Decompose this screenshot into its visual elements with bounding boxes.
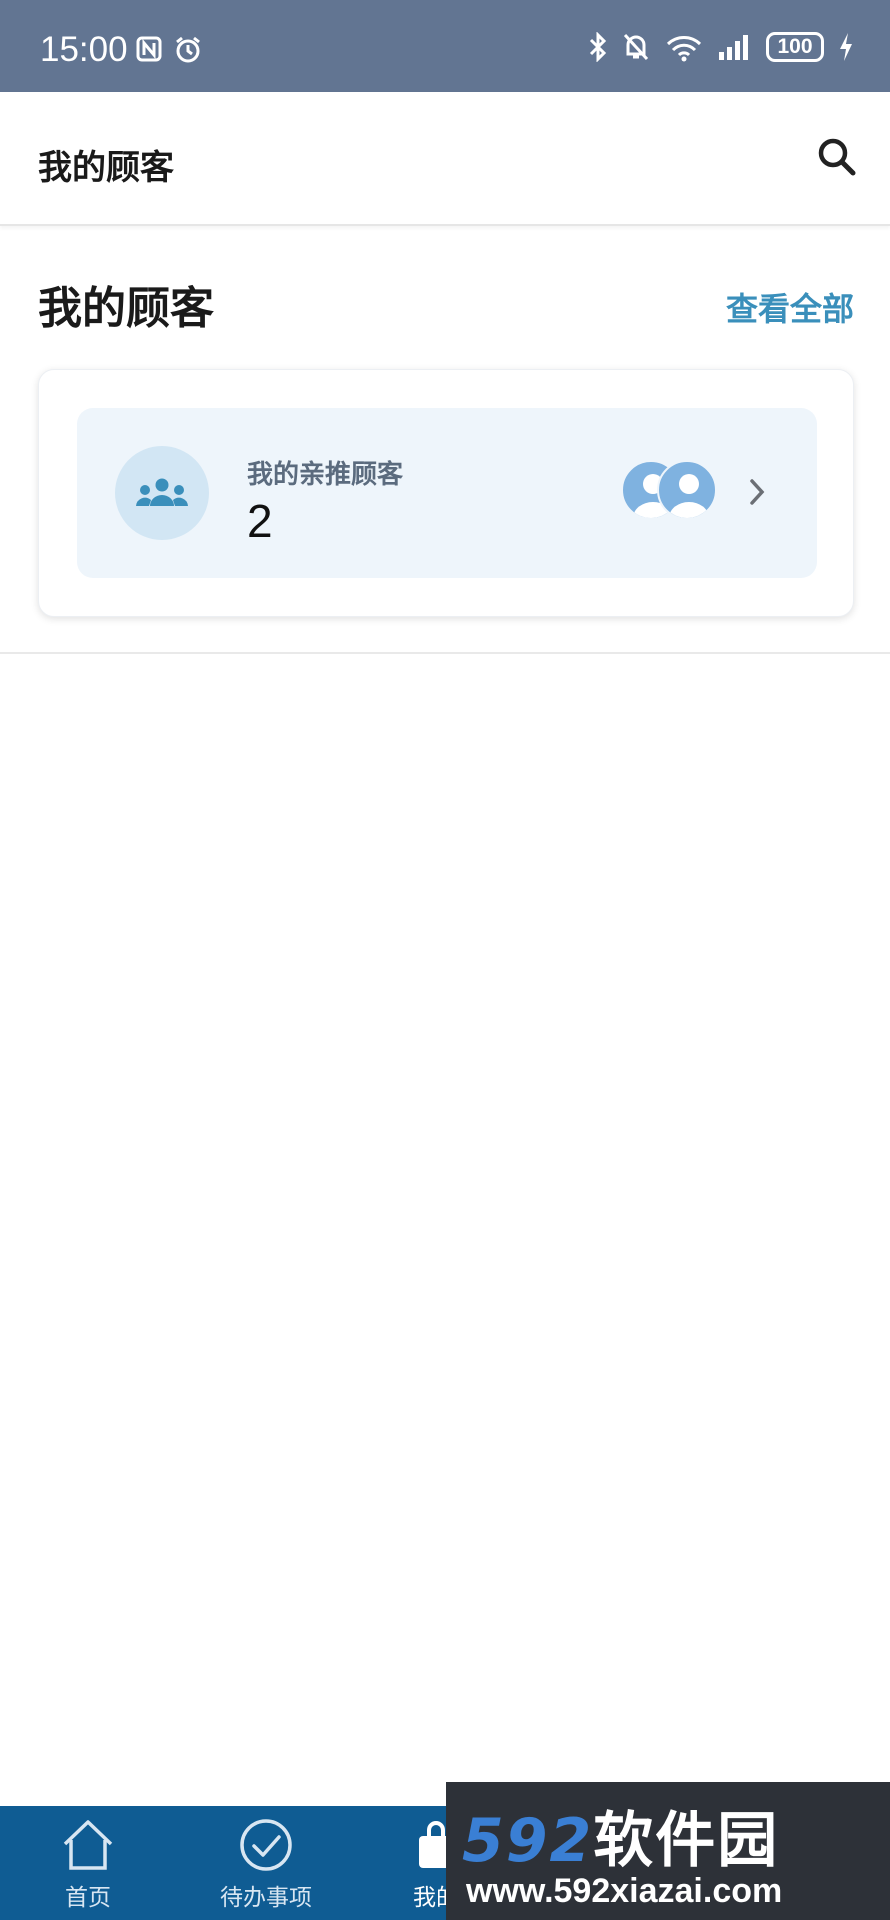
watermark-text: 软件园 — [593, 1806, 780, 1876]
recommended-customers-item[interactable]: 我的亲推顾客 2 — [77, 408, 817, 578]
nav-label-home: 首页 — [65, 1885, 111, 1911]
battery-level: 100 — [777, 35, 813, 58]
search-icon[interactable] — [814, 134, 860, 180]
nfc-icon — [136, 36, 162, 62]
group-icon-circle — [115, 446, 209, 540]
nav-item-todo[interactable]: 待办事项 — [196, 1806, 336, 1920]
battery-icon: 100 — [766, 32, 824, 62]
recommended-customers-count: 2 — [247, 495, 273, 547]
charging-icon — [840, 33, 852, 61]
status-right-icons: 100 — [588, 32, 854, 62]
section-title: 我的顾客 — [38, 283, 214, 334]
status-left-icons — [136, 36, 202, 64]
nav-item-home[interactable]: 首页 — [18, 1806, 158, 1920]
home-icon — [63, 1820, 113, 1870]
nav-label-todo: 待办事项 — [220, 1885, 312, 1911]
view-all-link[interactable]: 查看全部 — [726, 284, 854, 330]
check-circle-icon — [240, 1819, 292, 1871]
watermark-digits: 592 — [462, 1806, 594, 1876]
mute-icon — [623, 33, 649, 61]
section-divider — [0, 652, 890, 654]
bluetooth-icon — [589, 32, 607, 62]
avatar-stack — [621, 460, 721, 522]
customer-card: 我的亲推顾客 2 — [38, 369, 854, 617]
recommended-customers-label: 我的亲推顾客 — [247, 460, 404, 490]
signal-icon — [719, 35, 748, 60]
status-bar: 15:00 100 — [0, 0, 890, 92]
watermark: 592软件园 www.592xiazai.com — [446, 1782, 890, 1920]
alarm-icon — [176, 36, 200, 63]
avatar — [657, 460, 717, 520]
watermark-url: www.592xiazai.com — [466, 1872, 783, 1910]
group-icon — [136, 478, 188, 506]
page-title: 我的顾客 — [38, 148, 174, 188]
app-header: 我的顾客 — [0, 92, 890, 226]
wifi-icon — [666, 36, 702, 62]
status-time: 15:00 — [40, 30, 128, 69]
chevron-right-icon — [750, 479, 765, 505]
watermark-logo: 592软件园 — [462, 1792, 779, 1879]
